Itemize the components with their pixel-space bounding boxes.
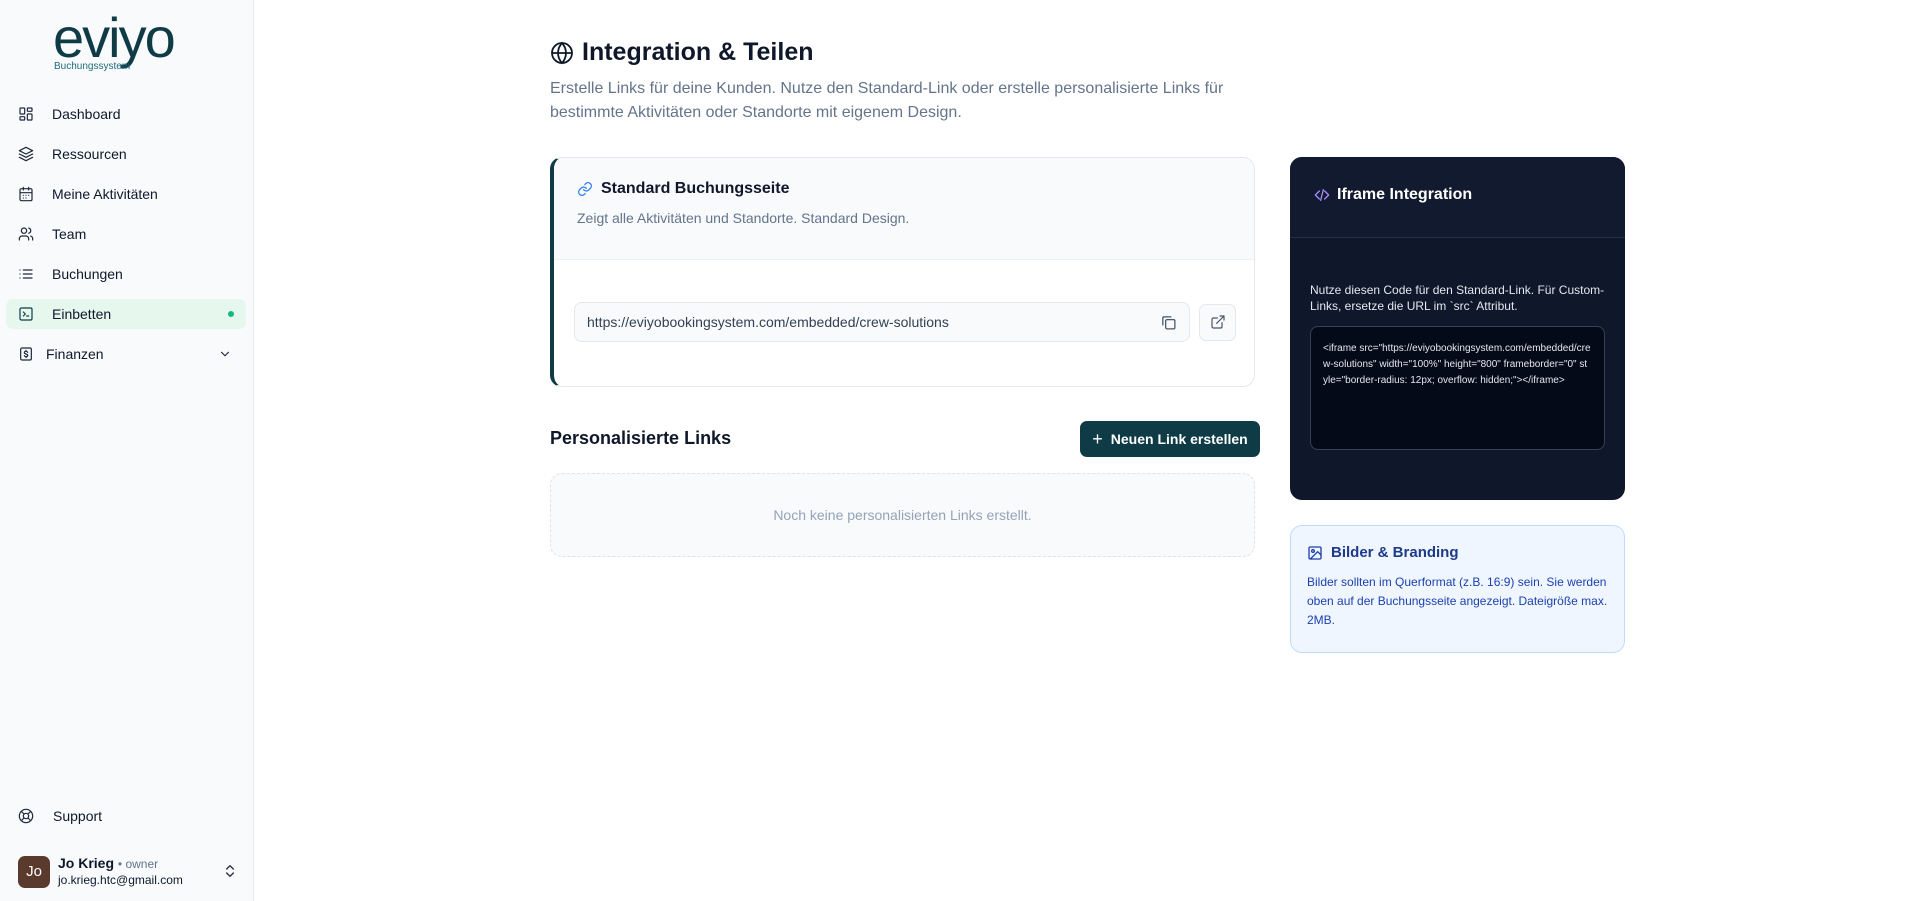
standard-card-header: Standard Buchungsseite Zeigt alle Aktivi… [554,158,1254,260]
personalized-links-heading: Personalisierte Links [550,428,732,448]
new-link-label: Neuen Link erstellen [1110,431,1248,447]
logo-word: eviyo [53,6,176,69]
sidebar-nav: Dashboard Ressourcen Meine Aktivitäten T… [6,99,246,379]
standard-card-title-row: Standard Buchungsseite [577,180,1254,198]
sidebar-item-label: Meine Aktivitäten [52,186,158,202]
user-email: jo.krieg.htc@gmail.com [58,873,183,887]
url-row: https://eviyobookingsystem.com/embedded/… [574,302,1236,342]
sidebar-item-ressourcen[interactable]: Ressourcen [6,139,246,169]
open-external-button[interactable] [1199,303,1236,341]
dashboard-icon [18,106,34,122]
lifebuoy-icon [18,808,34,824]
app: eviyo Buchungssystem Dashboard Ressource… [0,0,1914,901]
chevrons-up-down-icon[interactable] [222,863,238,879]
standard-card-subtitle: Zeigt alle Aktivitäten und Standorte. St… [577,210,910,226]
active-indicator-dot [228,311,234,317]
standard-url-text: https://eviyobookingsystem.com/embedded/… [587,314,949,330]
standard-card-title: Standard Buchungsseite [601,180,790,197]
sidebar-item-label: Team [52,226,87,242]
sidebar-item-label: Ressourcen [52,146,127,162]
logo-subtitle: Buchungssystem [54,61,131,72]
page-description: Erstelle Links für deine Kunden. Nutze d… [550,80,1224,121]
sidebar-item-finanzen[interactable]: Finanzen [6,339,246,369]
users-icon [18,226,34,242]
dollar-icon [18,346,34,362]
avatar: Jo [18,855,50,888]
new-link-button[interactable]: + Neuen Link erstellen [1080,421,1260,457]
sidebar-item-aktivitaeten[interactable]: Meine Aktivitäten [6,179,246,209]
personalized-links-empty-state: Noch keine personalisierten Links erstel… [550,473,1255,557]
sidebar-item-einbetten[interactable]: Einbetten [6,299,246,329]
main-content: Integration & Teilen Erstelle Links für … [254,0,1914,901]
globe-icon [550,41,574,65]
iframe-integration-card: Iframe Integration Nutze diesen Code für… [1290,157,1625,500]
sidebar-item-team[interactable]: Team [6,219,246,249]
image-icon [1307,545,1323,561]
branding-info-card: Bilder & Branding Bilder sollten im Quer… [1290,525,1625,653]
page-title-text: Integration & Teilen [582,38,814,66]
page-title: Integration & Teilen [550,38,814,67]
user-menu[interactable]: Jo Jo Krieg • owner jo.krieg.htc@gmail.c… [18,855,238,888]
iframe-code-block[interactable]: <iframe src="https://eviyobookingsystem.… [1310,326,1605,450]
user-name: Jo Krieg [58,855,115,871]
branding-title-row: Bilder & Branding [1307,544,1608,561]
layers-icon [18,146,34,162]
code-icon [1314,187,1330,203]
embed-icon [18,306,34,322]
iframe-description: Nutze diesen Code für den Standard-Link.… [1310,283,1605,313]
branding-text: Bilder sollten im Querformat (z.B. 16:9)… [1307,575,1608,627]
list-icon [18,266,34,282]
user-role: • owner [117,857,159,871]
sidebar-item-label: Dashboard [52,106,121,122]
empty-state-text: Noch keine personalisierten Links erstel… [773,507,1032,523]
iframe-card-header: Iframe Integration [1290,157,1625,238]
calendar-icon [18,186,34,202]
standard-booking-card: Standard Buchungsseite Zeigt alle Aktivi… [550,157,1255,387]
user-name-row: Jo Krieg • owner [58,855,183,872]
standard-url-field[interactable]: https://eviyobookingsystem.com/embedded/… [574,302,1190,342]
sidebar: eviyo Buchungssystem Dashboard Ressource… [0,0,254,901]
sidebar-item-label: Finanzen [46,346,104,362]
support-label: Support [53,808,103,824]
sidebar-item-label: Buchungen [52,266,123,282]
logo[interactable]: eviyo Buchungssystem [53,6,203,74]
sidebar-item-dashboard[interactable]: Dashboard [6,99,246,129]
sidebar-item-label: Einbetten [52,306,112,322]
link-icon [577,181,593,197]
branding-title: Bilder & Branding [1331,544,1459,561]
plus-icon: + [1092,429,1103,449]
external-link-icon [1210,315,1225,329]
copy-icon[interactable] [1160,314,1177,331]
sidebar-item-buchungen[interactable]: Buchungen [6,259,246,289]
user-info: Jo Krieg • owner jo.krieg.htc@gmail.com [58,855,183,888]
support-link[interactable]: Support [18,808,102,824]
iframe-card-title: Iframe Integration [1337,186,1473,203]
chevron-down-icon[interactable] [218,347,232,361]
